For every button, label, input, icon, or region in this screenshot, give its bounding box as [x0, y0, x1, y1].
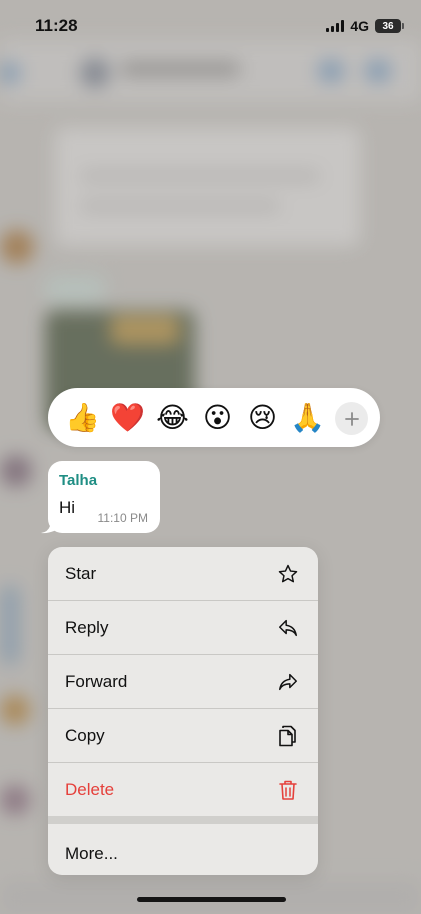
- message-sender: Talha: [59, 472, 98, 489]
- reaction-thumbs-up[interactable]: 👍: [60, 395, 105, 440]
- menu-item-forward[interactable]: Forward: [48, 655, 318, 709]
- menu-item-label: Forward: [65, 671, 128, 691]
- battery-level: 36: [382, 20, 394, 32]
- reply-icon: [276, 616, 300, 640]
- menu-item-copy[interactable]: Copy: [48, 709, 318, 763]
- reaction-crying-face[interactable]: 😢: [240, 395, 285, 440]
- star-icon: [276, 562, 300, 586]
- forward-icon: [276, 670, 300, 694]
- menu-item-delete[interactable]: Delete: [48, 763, 318, 816]
- status-time: 11:28: [35, 16, 78, 35]
- more-reactions-button[interactable]: [335, 402, 368, 435]
- battery-icon: 36: [375, 19, 404, 33]
- trash-icon: [276, 778, 300, 802]
- message-timestamp: 11:10 PM: [97, 511, 148, 525]
- reaction-bar: 👍 ❤️ 😂 😮 😢 🙏: [48, 388, 380, 447]
- menu-separator: [48, 816, 318, 824]
- menu-item-star[interactable]: Star: [48, 547, 318, 601]
- status-bar: 11:28 4G 36: [0, 0, 421, 52]
- copy-icon: [276, 724, 300, 748]
- plus-icon: [344, 411, 359, 426]
- status-indicators: 4G 36: [326, 18, 404, 34]
- menu-item-label: More...: [65, 843, 118, 863]
- menu-item-label: Star: [65, 563, 97, 583]
- reaction-folded-hands[interactable]: 🙏: [285, 395, 330, 440]
- message-bubble[interactable]: Talha Hi 11:10 PM: [48, 461, 160, 533]
- message-text: Hi: [59, 498, 76, 517]
- menu-item-label: Reply: [65, 617, 109, 637]
- menu-item-reply[interactable]: Reply: [48, 601, 318, 655]
- network-type: 4G: [350, 18, 369, 34]
- reaction-red-heart[interactable]: ❤️: [105, 395, 150, 440]
- menu-item-label: Copy: [65, 725, 105, 745]
- cellular-signal-icon: [326, 20, 345, 32]
- menu-item-label: Delete: [65, 779, 115, 799]
- reaction-tears-of-joy[interactable]: 😂: [150, 395, 195, 440]
- message-context-menu: Star Reply Forward Copy Delete More...: [48, 547, 318, 875]
- menu-item-more[interactable]: More...: [48, 824, 318, 875]
- home-indicator[interactable]: [137, 897, 286, 902]
- reaction-face-open-mouth[interactable]: 😮: [195, 395, 240, 440]
